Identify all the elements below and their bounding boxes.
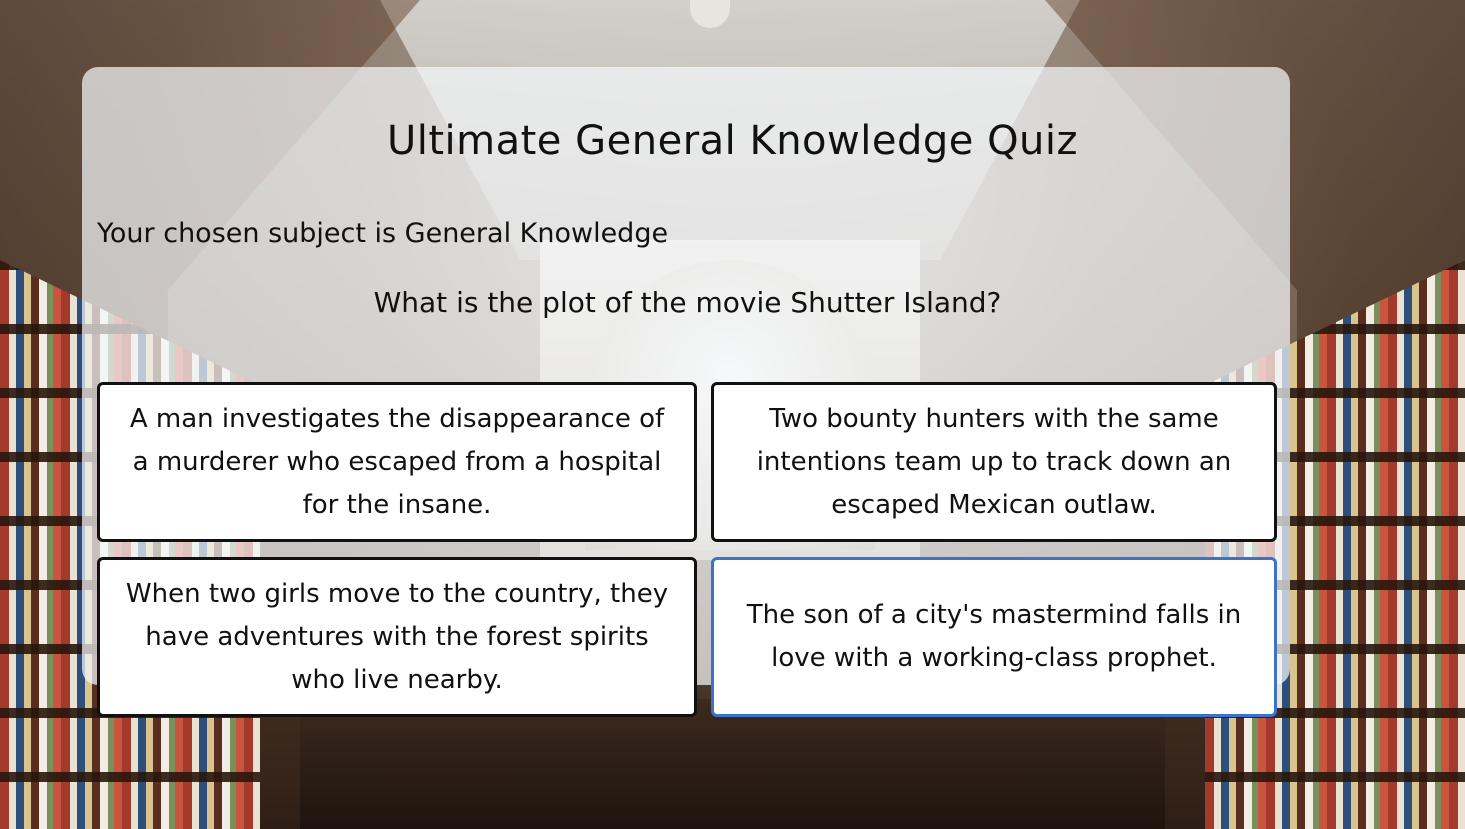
answer-option-1[interactable]: A man investigates the disappearance of … [97,382,697,542]
answer-option-4-label: The son of a city's mastermind falls in … [746,600,1242,673]
question-text: What is the plot of the movie Shutter Is… [373,286,1002,319]
floor [300,699,1165,829]
answer-option-4[interactable]: The son of a city's mastermind falls in … [711,557,1277,717]
answer-option-3-label: When two girls move to the country, they… [125,578,669,695]
quiz-title: Ultimate General Knowledge Quiz [386,118,1079,164]
chosen-subject-text: Your chosen subject is General Knowledge [97,218,669,249]
answer-option-1-label: A man investigates the disappearance of … [129,403,665,520]
answer-option-2[interactable]: Two bounty hunters with the same intenti… [711,382,1277,542]
answer-option-2-label: Two bounty hunters with the same intenti… [756,403,1232,520]
answer-option-3[interactable]: When two girls move to the country, they… [97,557,697,717]
